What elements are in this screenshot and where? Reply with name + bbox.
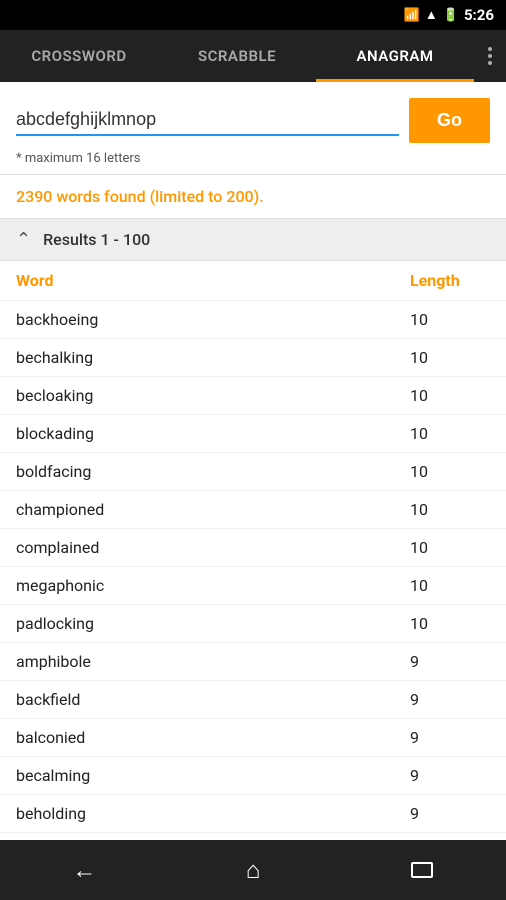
tab-bar: CROSSWORD SCRABBLE ANAGRAM bbox=[0, 30, 506, 82]
search-area: Go * maximum 16 letters bbox=[0, 82, 506, 175]
table-row: becalming 9 bbox=[0, 757, 506, 795]
table-row: padlocking 10 bbox=[0, 605, 506, 643]
length-cell: 10 bbox=[410, 538, 490, 557]
signal-icon: ▲ bbox=[425, 7, 438, 23]
results-range: Results 1 - 100 bbox=[43, 230, 150, 249]
wifi-icon: 📶 bbox=[404, 8, 420, 23]
table-row: amphibole 9 bbox=[0, 643, 506, 681]
length-cell: 10 bbox=[410, 462, 490, 481]
word-cell: complained bbox=[16, 538, 410, 557]
word-cell: blockading bbox=[16, 424, 410, 443]
word-cell: balconied bbox=[16, 728, 410, 747]
word-rows-container: backhoeing 10 bechalking 10 becloaking 1… bbox=[0, 301, 506, 845]
tab-crossword[interactable]: CROSSWORD bbox=[0, 30, 158, 82]
table-row: backhoeing 10 bbox=[0, 301, 506, 339]
table-row: championed 10 bbox=[0, 491, 506, 529]
tab-more-button[interactable] bbox=[474, 30, 506, 82]
word-cell: amphibole bbox=[16, 652, 410, 671]
length-cell: 10 bbox=[410, 576, 490, 595]
status-time: 5:26 bbox=[464, 6, 494, 24]
word-list: Word Length backhoeing 10 bechalking 10 … bbox=[0, 261, 506, 845]
length-cell: 10 bbox=[410, 614, 490, 633]
length-cell: 10 bbox=[410, 310, 490, 329]
word-cell: backhoeing bbox=[16, 310, 410, 329]
recents-button[interactable] bbox=[392, 850, 452, 890]
more-dots-icon bbox=[488, 47, 492, 65]
results-count-text: 2390 words found (limited to 200). bbox=[16, 187, 264, 206]
search-input-wrapper bbox=[16, 105, 399, 136]
search-row: Go bbox=[16, 98, 490, 143]
word-cell: championed bbox=[16, 500, 410, 519]
word-cell: padlocking bbox=[16, 614, 410, 633]
back-button[interactable]: ← bbox=[54, 850, 114, 890]
table-row: backfield 9 bbox=[0, 681, 506, 719]
length-cell: 10 bbox=[410, 424, 490, 443]
search-input[interactable] bbox=[16, 105, 399, 134]
hint-text: * maximum 16 letters bbox=[16, 151, 490, 166]
status-bar: 📶 ▲ 🔋 5:26 bbox=[0, 0, 506, 30]
home-icon: ⌂ bbox=[246, 856, 261, 885]
word-cell: becloaking bbox=[16, 386, 410, 405]
table-row: bechalking 10 bbox=[0, 339, 506, 377]
tab-scrabble[interactable]: SCRABBLE bbox=[158, 30, 316, 82]
battery-icon: 🔋 bbox=[443, 8, 459, 23]
table-row: complained 10 bbox=[0, 529, 506, 567]
length-cell: 9 bbox=[410, 766, 490, 785]
word-cell: boldfacing bbox=[16, 462, 410, 481]
table-row: megaphonic 10 bbox=[0, 567, 506, 605]
length-cell: 9 bbox=[410, 728, 490, 747]
results-count-bar: 2390 words found (limited to 200). bbox=[0, 175, 506, 219]
back-arrow-icon: ← bbox=[72, 856, 96, 885]
home-button[interactable]: ⌂ bbox=[223, 850, 283, 890]
table-row: beholding 9 bbox=[0, 795, 506, 833]
word-cell: becalming bbox=[16, 766, 410, 785]
word-cell: backfield bbox=[16, 690, 410, 709]
table-row: blockading 10 bbox=[0, 415, 506, 453]
results-header: ⌃ Results 1 - 100 bbox=[0, 219, 506, 261]
column-header-word: Word bbox=[16, 271, 410, 290]
length-cell: 9 bbox=[410, 652, 490, 671]
length-cell: 10 bbox=[410, 348, 490, 367]
go-button[interactable]: Go bbox=[409, 98, 490, 143]
column-header-length: Length bbox=[410, 271, 490, 290]
word-cell: beholding bbox=[16, 804, 410, 823]
recents-icon bbox=[411, 862, 433, 878]
table-row: becloaking 10 bbox=[0, 377, 506, 415]
word-cell: megaphonic bbox=[16, 576, 410, 595]
length-cell: 9 bbox=[410, 804, 490, 823]
length-cell: 9 bbox=[410, 690, 490, 709]
table-row: boldfacing 10 bbox=[0, 453, 506, 491]
tab-anagram[interactable]: ANAGRAM bbox=[316, 30, 474, 82]
collapse-icon[interactable]: ⌃ bbox=[16, 229, 31, 250]
word-list-header: Word Length bbox=[0, 261, 506, 301]
table-row: balconied 9 bbox=[0, 719, 506, 757]
length-cell: 10 bbox=[410, 500, 490, 519]
bottom-nav: ← ⌂ bbox=[0, 840, 506, 900]
status-icons: 📶 ▲ 🔋 5:26 bbox=[404, 6, 494, 24]
length-cell: 10 bbox=[410, 386, 490, 405]
word-cell: bechalking bbox=[16, 348, 410, 367]
